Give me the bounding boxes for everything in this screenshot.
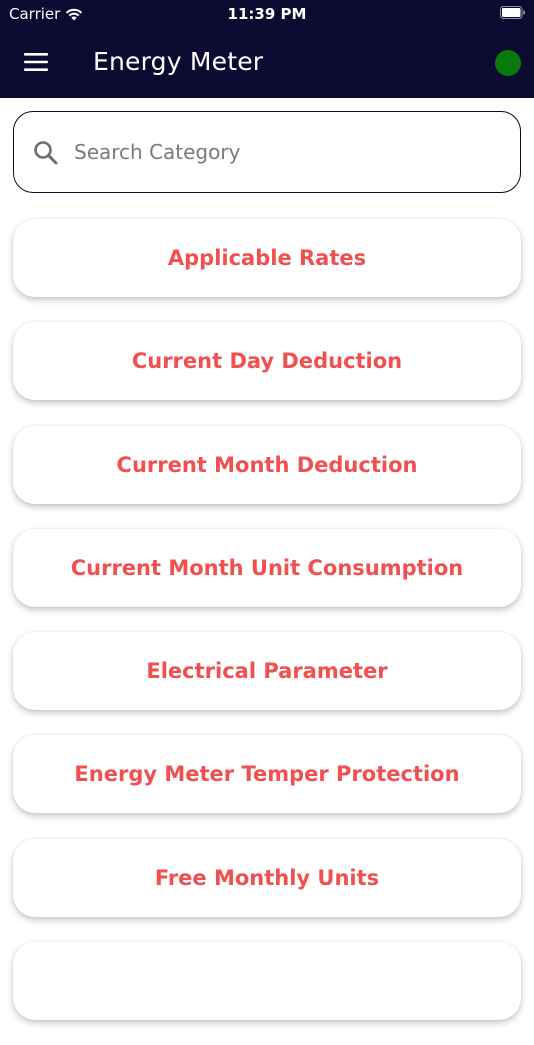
- menu-button[interactable]: [20, 48, 52, 76]
- app-header: Carrier 11:39 PM Energy Meter: [0, 0, 534, 98]
- category-label: Energy Meter Temper Protection: [74, 762, 460, 787]
- status-bar: Carrier 11:39 PM: [0, 0, 534, 30]
- category-label: Free Monthly Units: [154, 865, 380, 890]
- category-item-energy-meter-temper-protection[interactable]: Energy Meter Temper Protection: [13, 735, 521, 814]
- search-bar[interactable]: [13, 111, 521, 193]
- search-icon: [34, 141, 58, 165]
- battery-icon: [500, 6, 525, 19]
- category-label: Electrical Parameter: [146, 659, 388, 684]
- hamburger-menu-icon: [24, 53, 48, 71]
- category-item-electrical-parameter[interactable]: Electrical Parameter: [13, 632, 521, 711]
- category-item-current-day-deduction[interactable]: Current Day Deduction: [13, 322, 521, 401]
- category-label: Current Month Unit Consumption: [70, 555, 464, 580]
- connection-status-indicator: [495, 50, 521, 76]
- category-item-current-month-unit-consumption[interactable]: Current Month Unit Consumption: [13, 528, 521, 607]
- category-label: Current Month Deduction: [116, 452, 418, 477]
- category-item-applicable-rates[interactable]: Applicable Rates: [13, 219, 521, 297]
- category-label: Current Day Deduction: [131, 349, 403, 374]
- search-input[interactable]: [74, 132, 494, 172]
- category-item-partial[interactable]: [13, 942, 521, 1021]
- status-time: 11:39 PM: [227, 5, 307, 23]
- category-label: Applicable Rates: [167, 246, 367, 270]
- category-item-current-month-deduction[interactable]: Current Month Deduction: [13, 425, 521, 504]
- page-title: Energy Meter: [93, 47, 264, 76]
- category-list: Applicable Rates Current Day Deduction C…: [13, 219, 521, 1045]
- category-item-free-monthly-units[interactable]: Free Monthly Units: [13, 838, 521, 917]
- toolbar: Energy Meter: [0, 30, 534, 98]
